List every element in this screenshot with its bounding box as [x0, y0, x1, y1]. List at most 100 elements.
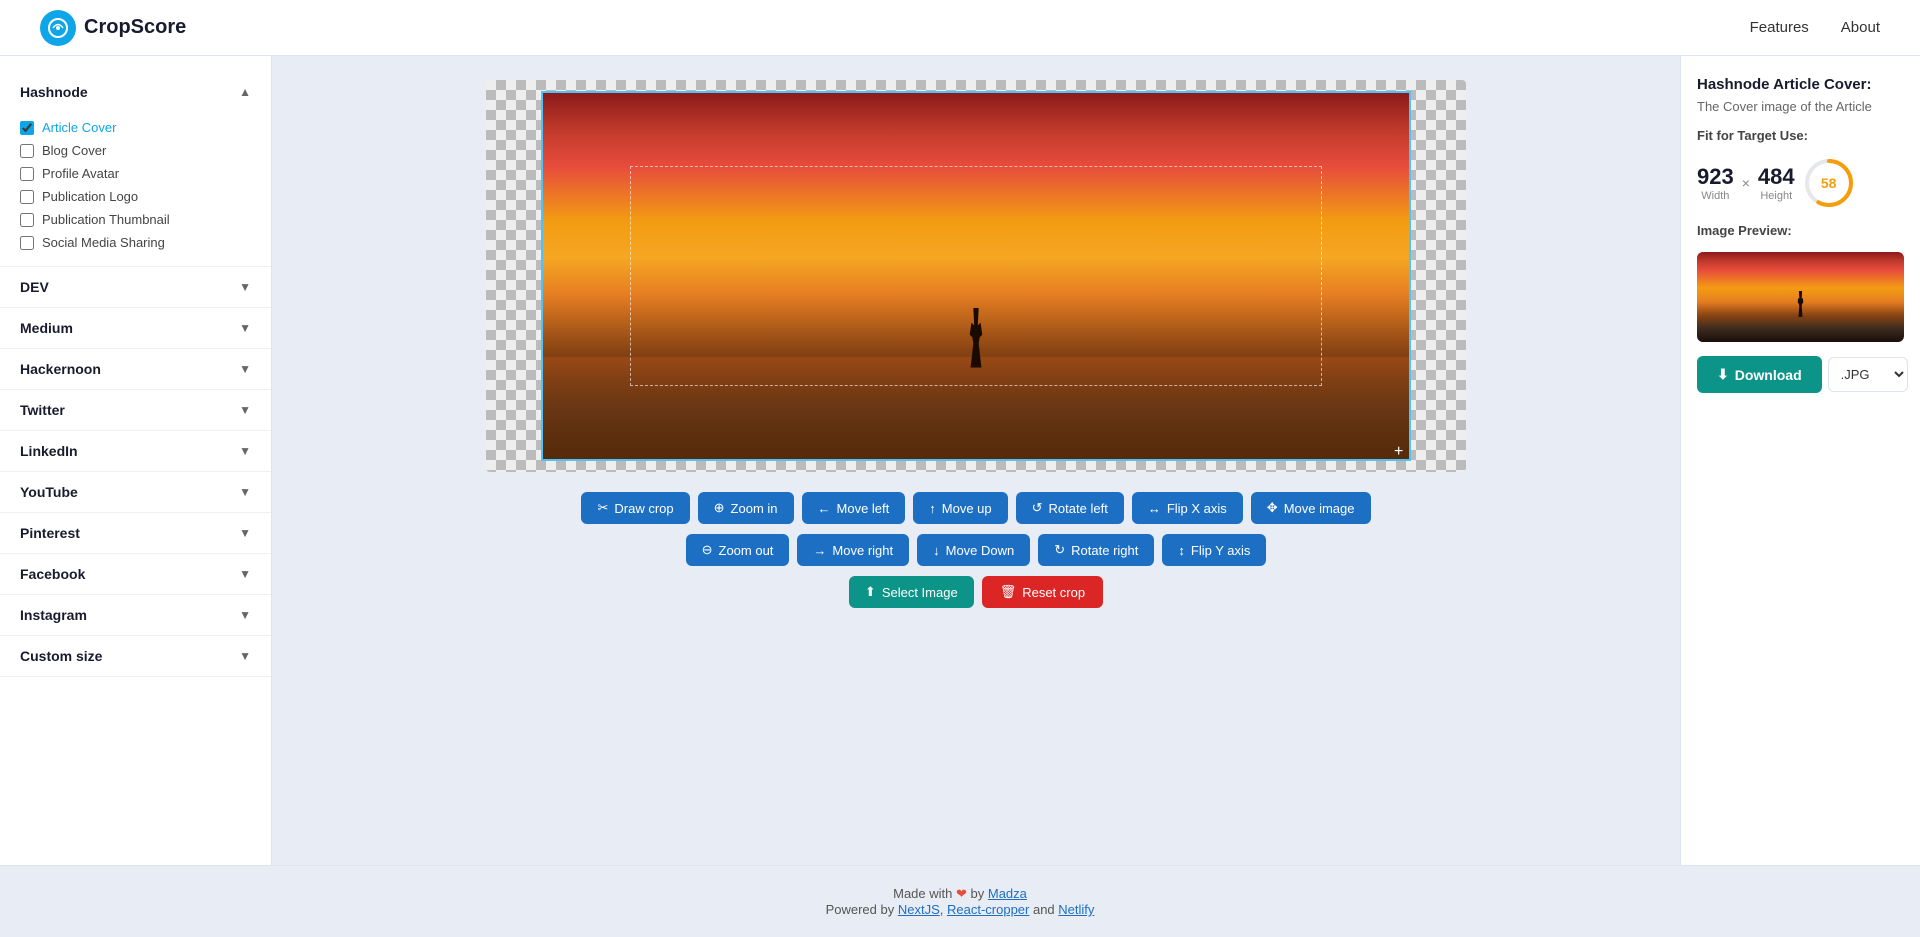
- publication-logo-checkbox[interactable]: [20, 190, 34, 204]
- move-left-button[interactable]: ← Move left: [802, 492, 906, 524]
- sidebar-section-facebook: Facebook ▼: [0, 554, 271, 595]
- sidebar-item-article-cover[interactable]: Article Cover: [20, 116, 251, 139]
- person-silhouette: [967, 308, 985, 368]
- sidebar-item-blog-cover[interactable]: Blog Cover: [20, 139, 251, 162]
- sidebar-section-youtube-header[interactable]: YouTube ▼: [0, 472, 271, 512]
- sidebar-item-publication-thumbnail[interactable]: Publication Thumbnail: [20, 208, 251, 231]
- footer-line-1: Made with ❤ by Madza: [20, 886, 1900, 902]
- flip-y-icon: ↕: [1178, 543, 1185, 558]
- chevron-down-icon: ▼: [239, 567, 251, 581]
- sidebar-section-twitter-header[interactable]: Twitter ▼: [0, 390, 271, 430]
- nav-features[interactable]: Features: [1750, 19, 1809, 36]
- sidebar-section-dev-header[interactable]: DEV ▼: [0, 267, 271, 307]
- sidebar-section-custom: Custom size ▼: [0, 636, 271, 677]
- article-cover-checkbox[interactable]: [20, 121, 34, 135]
- format-select[interactable]: .JPG .PNG .WEBP: [1828, 357, 1908, 392]
- center-content: + ✂ Draw crop ⊕ Zoom in ← Move left: [272, 56, 1680, 865]
- zoom-out-icon: ⊖: [702, 542, 713, 558]
- toolbar-row-1: ✂ Draw crop ⊕ Zoom in ← Move left ↑ Move…: [581, 492, 1370, 524]
- sidebar-section-medium: Medium ▼: [0, 308, 271, 349]
- move-right-button[interactable]: → Move right: [797, 534, 909, 566]
- draw-crop-icon: ✂: [597, 500, 608, 516]
- sidebar-item-social-media[interactable]: Social Media Sharing: [20, 231, 251, 254]
- sunset-background: [543, 93, 1409, 459]
- rotate-right-button[interactable]: ↻ Rotate right: [1038, 534, 1154, 566]
- footer-author-link[interactable]: Madza: [988, 886, 1027, 901]
- image-preview: [1697, 252, 1904, 342]
- download-row: ⬇ Download .JPG .PNG .WEBP: [1697, 356, 1904, 393]
- sidebar-item-profile-avatar[interactable]: Profile Avatar: [20, 162, 251, 185]
- zoom-in-button[interactable]: ⊕ Zoom in: [698, 492, 794, 524]
- sidebar-section-hackernoon-header[interactable]: Hackernoon ▼: [0, 349, 271, 389]
- flip-y-button[interactable]: ↕ Flip Y axis: [1162, 534, 1266, 566]
- sidebar-section-medium-header[interactable]: Medium ▼: [0, 308, 271, 348]
- logo: CropScore: [40, 10, 186, 46]
- chevron-down-icon: ▼: [239, 403, 251, 417]
- hashnode-items: Article Cover Blog Cover Profile Avatar …: [0, 112, 271, 266]
- move-up-button[interactable]: ↑ Move up: [913, 492, 1007, 524]
- height-label: Height: [1760, 190, 1792, 202]
- crop-image: +: [541, 91, 1411, 461]
- crop-resize-handle[interactable]: +: [1394, 444, 1410, 460]
- panel-title: Hashnode Article Cover:: [1697, 76, 1904, 93]
- blog-cover-checkbox[interactable]: [20, 144, 34, 158]
- social-media-checkbox[interactable]: [20, 236, 34, 250]
- rotate-right-icon: ↻: [1054, 542, 1065, 558]
- sidebar-section-hashnode-header[interactable]: Hashnode ▲: [0, 72, 271, 112]
- rotate-left-button[interactable]: ↺ Rotate left: [1016, 492, 1124, 524]
- water-reflection: [543, 357, 1409, 459]
- heart-icon: ❤: [956, 886, 967, 901]
- flip-x-icon: ↔: [1148, 501, 1161, 516]
- trash-icon: 🗑: [1000, 584, 1017, 600]
- move-down-button[interactable]: ↓ Move Down: [917, 534, 1030, 566]
- sidebar-section-facebook-header[interactable]: Facebook ▼: [0, 554, 271, 594]
- score-value: 58: [1821, 175, 1837, 191]
- sidebar-section-pinterest: Pinterest ▼: [0, 513, 271, 554]
- sidebar-section-custom-header[interactable]: Custom size ▼: [0, 636, 271, 676]
- dimension-separator: ×: [1742, 175, 1750, 191]
- crop-area[interactable]: +: [486, 80, 1466, 472]
- image-preview-label: Image Preview:: [1697, 223, 1904, 238]
- sidebar-section-pinterest-header[interactable]: Pinterest ▼: [0, 513, 271, 553]
- chevron-down-icon: ▼: [239, 608, 251, 622]
- draw-crop-button[interactable]: ✂ Draw crop: [581, 492, 689, 524]
- crop-image-container: +: [486, 80, 1466, 472]
- sidebar-section-youtube: YouTube ▼: [0, 472, 271, 513]
- sidebar: Hashnode ▲ Article Cover Blog Cover Prof…: [0, 56, 272, 865]
- footer-line-2: Powered by NextJS, React-cropper and Net…: [20, 902, 1900, 917]
- download-button[interactable]: ⬇ Download: [1697, 356, 1822, 393]
- dimensions-row: 923 Width × 484 Height 58: [1697, 157, 1904, 209]
- publication-thumbnail-checkbox[interactable]: [20, 213, 34, 227]
- toolbar-row-2: ⊖ Zoom out → Move right ↓ Move Down ↻ Ro…: [686, 534, 1267, 566]
- right-panel: Hashnode Article Cover: The Cover image …: [1680, 56, 1920, 865]
- chevron-down-icon: ▼: [239, 649, 251, 663]
- arrow-right-icon: →: [813, 543, 826, 558]
- panel-subtitle: The Cover image of the Article: [1697, 99, 1904, 114]
- nav-about[interactable]: About: [1841, 19, 1880, 36]
- reset-crop-button[interactable]: 🗑 Reset crop: [982, 576, 1103, 608]
- zoom-out-button[interactable]: ⊖ Zoom out: [686, 534, 790, 566]
- height-box: 484 Height: [1758, 164, 1795, 202]
- footer-react-cropper-link[interactable]: React-cropper: [947, 902, 1029, 917]
- select-image-button[interactable]: ⬆ Select Image: [849, 576, 974, 608]
- width-box: 923 Width: [1697, 164, 1734, 202]
- sidebar-section-instagram: Instagram ▼: [0, 595, 271, 636]
- sidebar-item-publication-logo[interactable]: Publication Logo: [20, 185, 251, 208]
- sidebar-section-linkedin-header[interactable]: LinkedIn ▼: [0, 431, 271, 471]
- footer-nextjs-link[interactable]: NextJS: [898, 902, 940, 917]
- upload-icon: ⬆: [865, 584, 876, 600]
- sidebar-section-hashnode: Hashnode ▲ Article Cover Blog Cover Prof…: [0, 72, 271, 267]
- chevron-up-icon: ▲: [239, 85, 251, 99]
- arrow-left-icon: ←: [818, 501, 831, 516]
- main-nav: Features About: [1750, 19, 1880, 36]
- flip-x-button[interactable]: ↔ Flip X axis: [1132, 492, 1243, 524]
- download-icon: ⬇: [1717, 366, 1729, 383]
- move-image-button[interactable]: ✥ Move image: [1251, 492, 1371, 524]
- width-label: Width: [1701, 190, 1729, 202]
- chevron-down-icon: ▼: [239, 526, 251, 540]
- footer-netlify-link[interactable]: Netlify: [1058, 902, 1094, 917]
- sidebar-section-dev: DEV ▼: [0, 267, 271, 308]
- rotate-left-icon: ↺: [1032, 500, 1043, 516]
- sidebar-section-instagram-header[interactable]: Instagram ▼: [0, 595, 271, 635]
- profile-avatar-checkbox[interactable]: [20, 167, 34, 181]
